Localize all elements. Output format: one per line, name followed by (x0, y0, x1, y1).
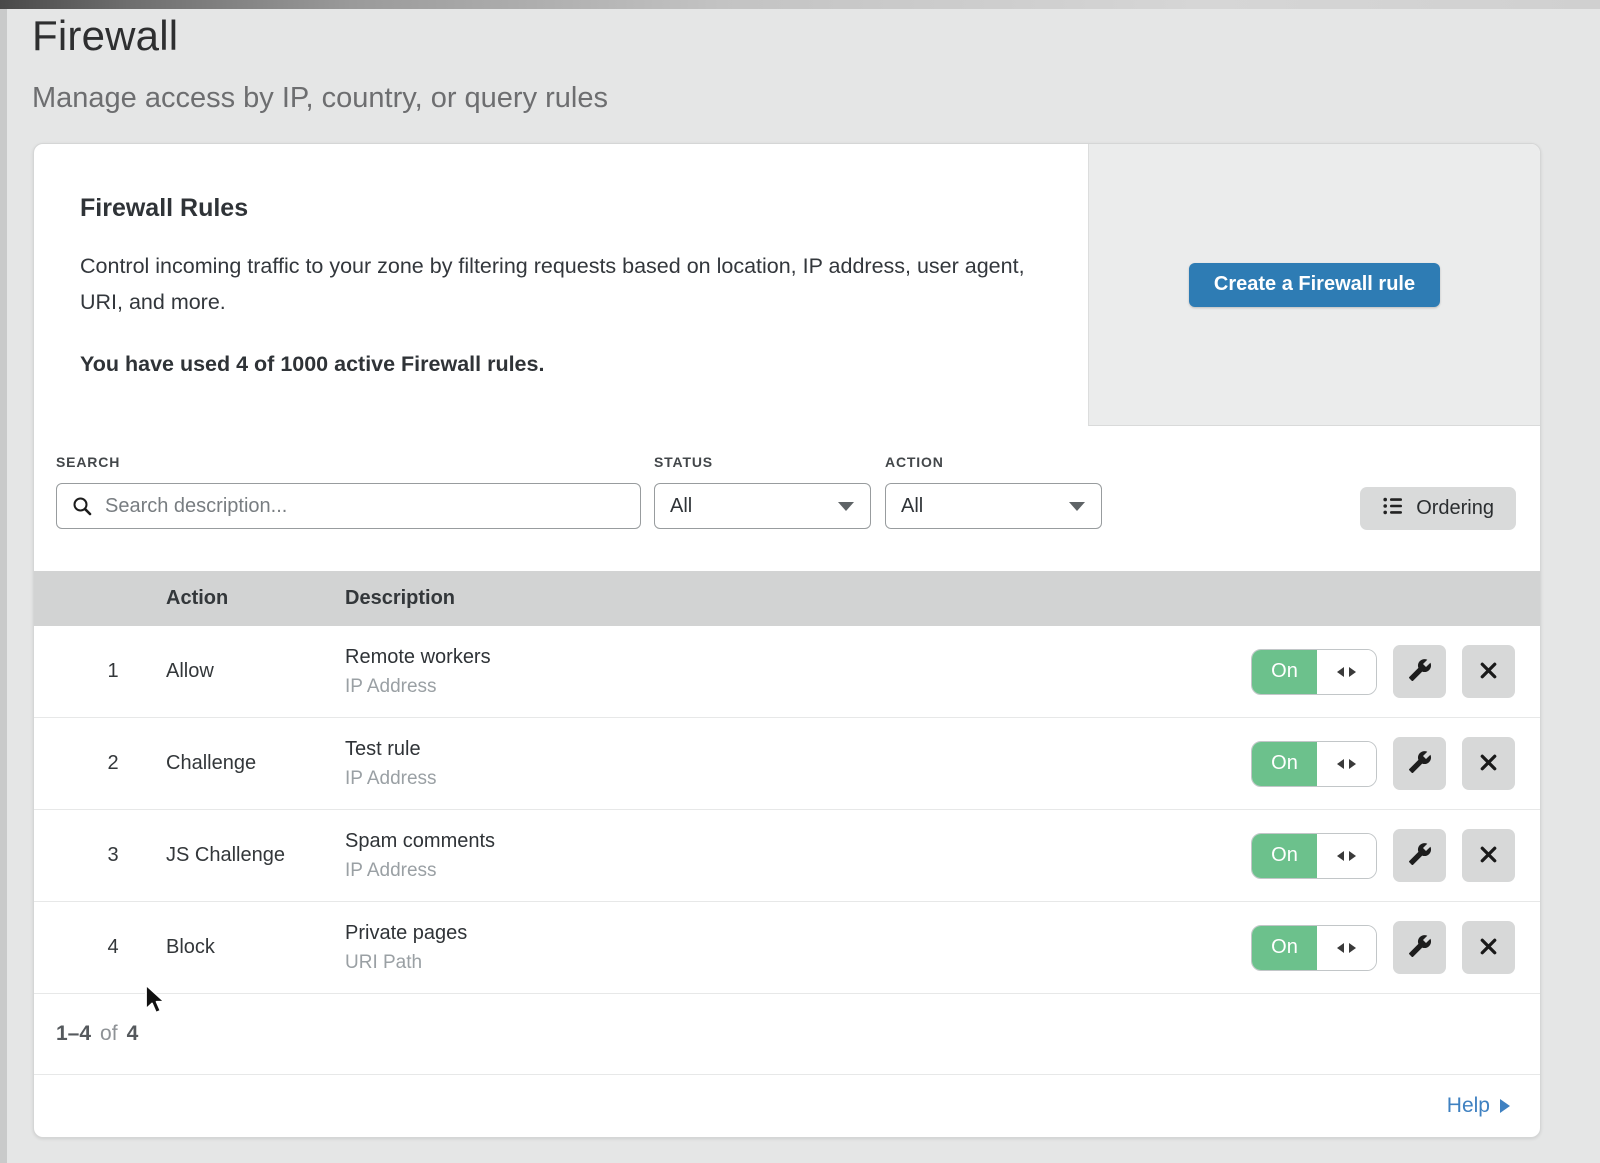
column-header-action: Action (166, 587, 345, 610)
action-select[interactable]: All (885, 483, 1102, 529)
table-row: 4 Block Private pages URI Path On (34, 902, 1540, 994)
table-row: 2 Challenge Test rule IP Address On (34, 718, 1540, 810)
caret-down-icon (1069, 502, 1085, 511)
rule-description: Spam comments (345, 830, 1251, 853)
status-select[interactable]: All (654, 483, 871, 529)
drag-handle-icon[interactable] (1317, 650, 1376, 694)
rule-controls: On (1251, 921, 1540, 974)
ordering-button[interactable]: Ordering (1360, 487, 1516, 530)
action-filter-group: ACTION All (885, 454, 1102, 529)
edit-rule-button[interactable] (1393, 921, 1446, 974)
rules-table-body: 1 Allow Remote workers IP Address On (34, 626, 1540, 994)
filter-section: SEARCH STATUS All (34, 426, 1540, 571)
edit-rule-button[interactable] (1393, 829, 1446, 882)
help-link-label: Help (1447, 1094, 1490, 1118)
rule-enabled-toggle[interactable]: On (1251, 833, 1377, 879)
rule-match-type: IP Address (345, 860, 1251, 882)
pagination-of-label: of (100, 1022, 118, 1046)
page-title: Firewall (32, 10, 1600, 62)
rule-controls: On (1251, 737, 1540, 790)
toggle-on-label: On (1252, 650, 1317, 694)
caret-down-icon (838, 502, 854, 511)
rule-enabled-toggle[interactable]: On (1251, 649, 1377, 695)
screen-edge-artifact-left (0, 9, 7, 1163)
rule-action: Allow (166, 660, 345, 683)
search-input[interactable] (56, 483, 641, 529)
rule-description: Test rule (345, 738, 1251, 761)
status-select-value: All (670, 495, 692, 518)
edit-rule-button[interactable] (1393, 645, 1446, 698)
create-firewall-rule-button[interactable]: Create a Firewall rule (1189, 263, 1440, 307)
ordering-button-label: Ordering (1416, 497, 1494, 520)
pagination-range: 1–4 (56, 1022, 91, 1046)
wrench-icon (1408, 658, 1432, 685)
rule-priority: 2 (34, 752, 166, 775)
pagination-total: 4 (127, 1022, 139, 1046)
drag-handle-icon[interactable] (1317, 742, 1376, 786)
status-filter-group: STATUS All (654, 454, 871, 529)
rule-match-type: IP Address (345, 768, 1251, 790)
rule-controls: On (1251, 645, 1540, 698)
search-label: SEARCH (56, 454, 641, 470)
rule-description-cell: Spam comments IP Address (345, 830, 1251, 882)
help-link[interactable]: Help (1447, 1094, 1510, 1118)
rule-description-cell: Test rule IP Address (345, 738, 1251, 790)
rule-description: Remote workers (345, 646, 1251, 669)
rule-action: JS Challenge (166, 844, 345, 867)
action-select-value: All (901, 495, 923, 518)
rule-action: Challenge (166, 752, 345, 775)
rule-match-type: IP Address (345, 676, 1251, 698)
create-rule-panel: Create a Firewall rule (1088, 144, 1540, 426)
status-label: STATUS (654, 454, 871, 470)
screen-edge-artifact-top (0, 0, 1600, 9)
close-icon (1477, 935, 1500, 961)
close-icon (1477, 751, 1500, 777)
help-row: Help (34, 1075, 1540, 1137)
delete-rule-button[interactable] (1462, 737, 1515, 790)
edit-rule-button[interactable] (1393, 737, 1446, 790)
ordering-list-icon (1382, 495, 1404, 523)
delete-rule-button[interactable] (1462, 645, 1515, 698)
delete-rule-button[interactable] (1462, 829, 1515, 882)
drag-handle-icon[interactable] (1317, 834, 1376, 878)
rule-enabled-toggle[interactable]: On (1251, 741, 1377, 787)
rule-description: Private pages (345, 922, 1251, 945)
info-text-area: Firewall Rules Control incoming traffic … (34, 144, 1088, 426)
toggle-on-label: On (1252, 926, 1317, 970)
action-label: ACTION (885, 454, 1102, 470)
caret-right-icon (1500, 1099, 1510, 1113)
rule-priority: 4 (34, 936, 166, 959)
pagination-bar: 1–4 of 4 (34, 994, 1540, 1075)
info-heading: Firewall Rules (80, 194, 1048, 223)
wrench-icon (1408, 842, 1432, 869)
close-icon (1477, 659, 1500, 685)
table-header: Action Description (34, 571, 1540, 626)
page-subtitle: Manage access by IP, country, or query r… (32, 82, 1600, 115)
rule-action: Block (166, 936, 345, 959)
rule-priority: 3 (34, 844, 166, 867)
wrench-icon (1408, 750, 1432, 777)
rule-match-type: URI Path (345, 952, 1251, 974)
drag-handle-icon[interactable] (1317, 926, 1376, 970)
info-section: Firewall Rules Control incoming traffic … (34, 144, 1540, 426)
delete-rule-button[interactable] (1462, 921, 1515, 974)
rule-priority: 1 (34, 660, 166, 683)
toggle-on-label: On (1252, 742, 1317, 786)
rule-enabled-toggle[interactable]: On (1251, 925, 1377, 971)
info-description: Control incoming traffic to your zone by… (80, 248, 1025, 320)
firewall-rules-card: Firewall Rules Control incoming traffic … (33, 143, 1541, 1138)
toggle-on-label: On (1252, 834, 1317, 878)
search-filter-group: SEARCH (56, 454, 641, 529)
usage-note: You have used 4 of 1000 active Firewall … (80, 352, 1048, 377)
rule-controls: On (1251, 829, 1540, 882)
wrench-icon (1408, 934, 1432, 961)
column-header-description: Description (345, 587, 1540, 610)
table-row: 1 Allow Remote workers IP Address On (34, 626, 1540, 718)
rule-description-cell: Remote workers IP Address (345, 646, 1251, 698)
close-icon (1477, 843, 1500, 869)
table-row: 3 JS Challenge Spam comments IP Address … (34, 810, 1540, 902)
page-header: Firewall Manage access by IP, country, o… (0, 0, 1600, 115)
firewall-page: Firewall Manage access by IP, country, o… (0, 0, 1600, 1163)
rule-description-cell: Private pages URI Path (345, 922, 1251, 974)
